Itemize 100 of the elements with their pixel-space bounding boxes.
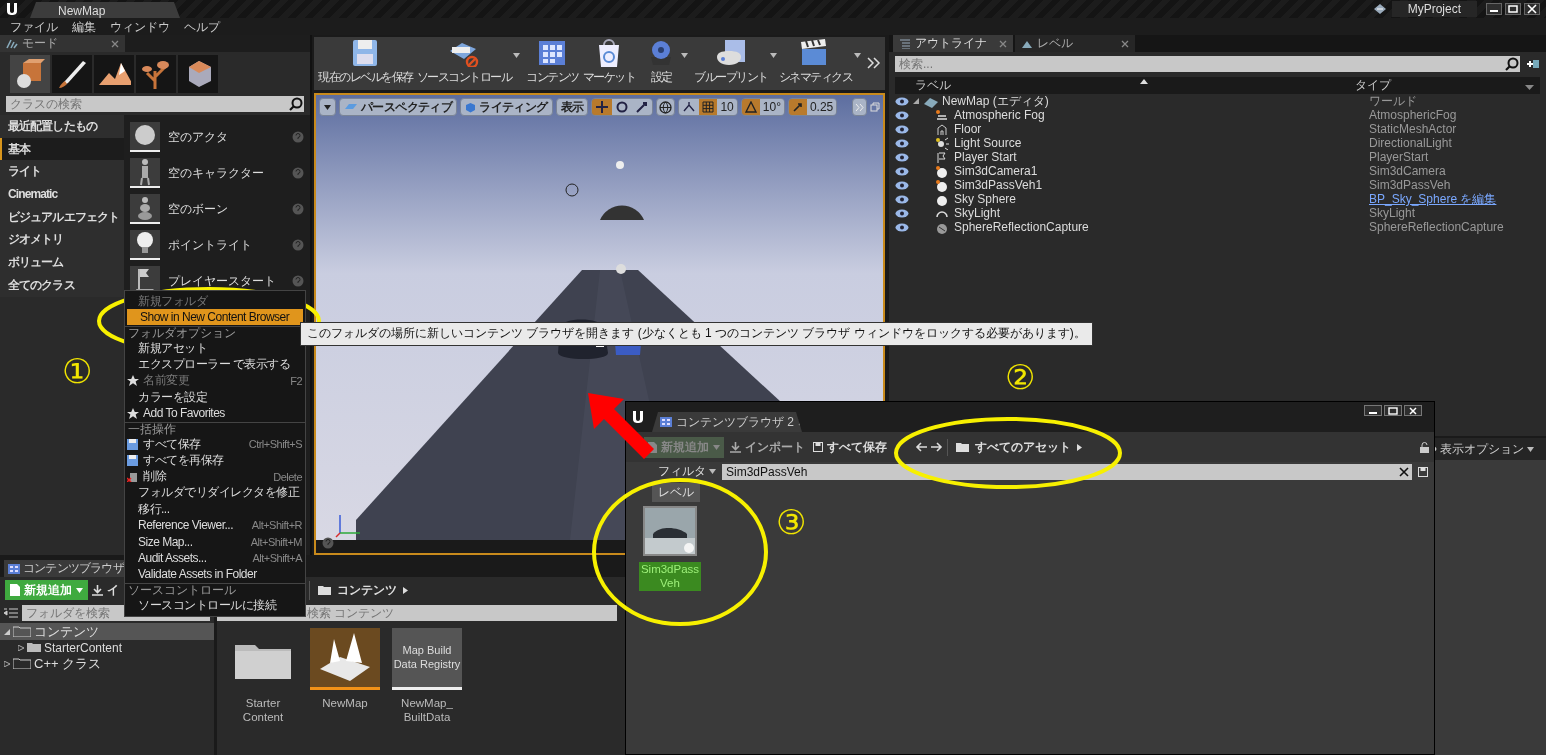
path-breadcrumb[interactable]: すべてのアセット (947, 438, 1084, 456)
filter-chip[interactable]: レベル (652, 483, 700, 502)
category-item[interactable]: 基本 (0, 137, 124, 161)
grid-icon[interactable] (702, 101, 715, 113)
asset-label[interactable]: Starter Content (226, 696, 300, 725)
toolbar-button[interactable]: ブループリント (692, 37, 777, 90)
category-item[interactable]: ボリューム (0, 251, 124, 274)
eye-icon[interactable] (895, 208, 909, 218)
expander-icon[interactable] (913, 98, 919, 104)
expander-icon[interactable] (4, 628, 10, 635)
mode-tab[interactable] (94, 55, 134, 93)
folder-tree-item[interactable]: C++ クラス (0, 655, 214, 672)
category-item[interactable]: ジオメトリ (0, 228, 124, 252)
lock-icon[interactable] (1420, 441, 1429, 453)
folder-label[interactable]: コンテンツ (34, 622, 99, 641)
dropdown-icon[interactable] (1525, 85, 1534, 91)
actor-label[interactable]: Atmospheric Fog (954, 108, 1045, 122)
angle-icon[interactable] (744, 101, 757, 113)
eye-icon[interactable] (895, 110, 909, 120)
rotation-snap-value[interactable]: 10° (759, 99, 784, 115)
import-button[interactable]: イ (92, 581, 119, 599)
panel-tab[interactable]: レベル (1015, 35, 1135, 52)
maximize-button[interactable] (1505, 3, 1521, 15)
eye-icon[interactable] (895, 124, 909, 134)
folder-label[interactable]: StarterContent (44, 640, 123, 655)
actor-label[interactable]: NewMap (エディタ) (942, 94, 1049, 108)
move-icon[interactable] (595, 100, 610, 114)
mode-tab[interactable] (178, 55, 218, 93)
edit-link[interactable]: BP_Sky_Sphere を編集 (1369, 192, 1497, 206)
menu-item[interactable]: 移行... (125, 501, 305, 518)
grid-snap-value[interactable]: 10 (717, 99, 737, 115)
toolbar-button[interactable]: マーケット (580, 37, 637, 90)
actor-label[interactable]: ポイントライト (168, 236, 284, 254)
search-field[interactable]: 検索... (895, 56, 1504, 72)
options-dropdown[interactable] (319, 98, 336, 116)
column-header[interactable]: ラベル (895, 77, 1355, 94)
folder-tree-item[interactable]: コンテンツ (0, 623, 214, 640)
menu-item[interactable]: Audit Assets... Alt+Shift+A (125, 549, 305, 566)
rotate-icon[interactable] (615, 100, 630, 114)
actor-label[interactable]: Player Start (954, 150, 1017, 164)
clear-icon[interactable] (1399, 466, 1409, 477)
surface-snap-icon[interactable] (682, 101, 697, 113)
show-button[interactable]: 表示 (555, 98, 589, 116)
eye-icon[interactable] (895, 96, 909, 106)
menu-item[interactable]: ウィンドウ (110, 19, 170, 34)
actor-label[interactable]: 空のボーン (168, 200, 284, 218)
close-button[interactable] (1404, 405, 1422, 416)
category-item[interactable]: ビジュアルエフェクト (0, 205, 124, 229)
menu-item[interactable]: カラーを設定 (125, 388, 305, 406)
view-mode-button[interactable]: パースペクティブ (339, 98, 458, 116)
folder-label[interactable]: C++ クラス (34, 654, 102, 673)
eye-icon[interactable] (895, 194, 909, 204)
eye-icon[interactable] (895, 166, 909, 176)
actor-label[interactable]: 空のアクタ (168, 128, 284, 146)
scale-snap-icon[interactable] (791, 101, 804, 113)
menu-item[interactable]: ヘルプ (184, 19, 220, 34)
asset-label[interactable]: NewMap (308, 696, 382, 711)
minimize-button[interactable] (1486, 3, 1502, 15)
actor-thumbnail[interactable] (130, 194, 160, 224)
search-icon[interactable] (288, 96, 304, 112)
eye-icon[interactable] (895, 138, 909, 148)
actor-thumbnail[interactable] (130, 158, 160, 188)
filter-dropdown[interactable]: フィルタ (658, 463, 716, 480)
eye-icon[interactable] (895, 152, 909, 162)
panel-tab[interactable]: モード (0, 35, 125, 52)
maximize-button[interactable] (1384, 405, 1402, 416)
actor-label[interactable]: 空のキャラクター (168, 164, 284, 182)
actor-label[interactable]: SkyLight (954, 206, 1001, 220)
category-item[interactable]: Cinematic (0, 183, 124, 206)
category-item[interactable]: 全てのクラス (0, 273, 124, 297)
globe-icon[interactable] (659, 100, 673, 114)
menu-item[interactable]: Reference Viewer... Alt+Shift+R (125, 517, 305, 534)
actor-label[interactable]: Sim3dCamera1 (954, 164, 1038, 178)
menu-item[interactable]: Add To Favorites (125, 405, 305, 422)
actor-label[interactable]: Sim3dPassVeh1 (954, 178, 1043, 192)
menu-item[interactable]: すべて保存 Ctrl+Shift+S (125, 436, 305, 453)
panel-tab[interactable]: コンテンツブラウザ (4, 560, 126, 577)
document-tab[interactable]: NewMap (30, 2, 180, 18)
asset-label[interactable]: NewMap_ BuiltData (390, 696, 464, 725)
toolbar-button[interactable]: ソースコントロール (414, 37, 520, 90)
menu-item[interactable]: ファイル (10, 19, 58, 34)
toolbar-button[interactable]: 現在のレベルを保存 (316, 37, 415, 90)
category-item[interactable]: ライト (0, 160, 124, 184)
folder-tree-item[interactable]: StarterContent (0, 640, 214, 655)
panel-tab[interactable]: アウトライナ (893, 35, 1013, 52)
scale-icon[interactable] (635, 100, 650, 114)
add-actor-icon[interactable] (1526, 58, 1540, 70)
minimize-button[interactable] (1364, 405, 1382, 416)
actor-label[interactable]: Sky Sphere (954, 192, 1017, 206)
eye-icon[interactable] (895, 222, 909, 232)
actor-label[interactable]: Light Source (954, 136, 1022, 150)
menu-item[interactable]: Show in New Content Browser (127, 309, 303, 326)
maximize-icon[interactable] (870, 102, 880, 112)
back-icon[interactable] (915, 442, 927, 452)
save-all-button[interactable]: すべて保存 (811, 438, 889, 456)
expander-icon[interactable] (4, 660, 10, 667)
mode-tab[interactable] (136, 55, 176, 93)
menu-item[interactable]: フォルダでリダイレクタを修正 (125, 484, 305, 502)
asset-thumbnail[interactable]: Map Build Data Registry (392, 628, 462, 690)
expander-icon[interactable] (18, 644, 24, 651)
